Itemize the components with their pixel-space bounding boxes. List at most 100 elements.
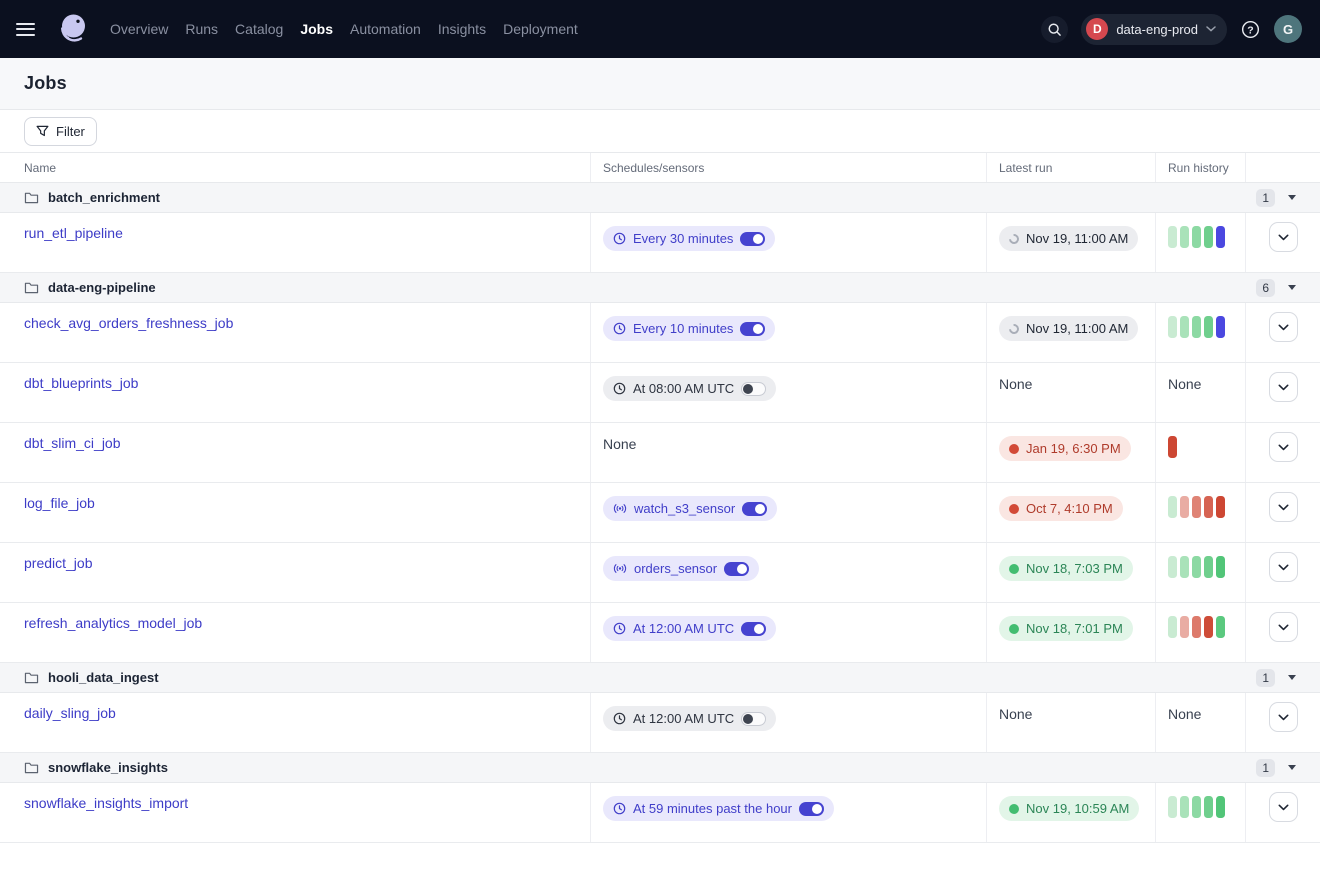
row-expand-button[interactable] (1269, 702, 1298, 732)
schedule-pill[interactable]: Every 10 minutes (603, 316, 775, 341)
run-history-bar[interactable] (1168, 556, 1177, 578)
schedule-pill[interactable]: Every 30 minutes (603, 226, 775, 251)
run-history-bar[interactable] (1168, 316, 1177, 338)
nav-link-runs[interactable]: Runs (185, 21, 218, 37)
run-history-bar[interactable] (1204, 796, 1213, 818)
run-history-bars[interactable] (1168, 616, 1233, 638)
hamburger-menu-icon[interactable] (16, 15, 44, 43)
job-name-link[interactable]: predict_job (24, 555, 93, 571)
help-icon[interactable]: ? (1240, 19, 1261, 40)
latest-run-cell: Nov 19, 11:00 AM (986, 213, 1155, 272)
nav-link-catalog[interactable]: Catalog (235, 21, 283, 37)
job-name-link[interactable]: refresh_analytics_model_job (24, 615, 202, 631)
clock-icon (613, 322, 626, 335)
row-expand-button[interactable] (1269, 612, 1298, 642)
run-history-bar[interactable] (1204, 316, 1213, 338)
nav-link-automation[interactable]: Automation (350, 21, 421, 37)
run-history-bars[interactable] (1168, 316, 1233, 338)
row-expand-button[interactable] (1269, 372, 1298, 402)
run-history-bar[interactable] (1168, 496, 1177, 518)
schedule-toggle[interactable] (799, 802, 824, 816)
run-history-bar[interactable] (1180, 316, 1189, 338)
run-history-bars[interactable] (1168, 496, 1233, 518)
run-history-bar[interactable] (1192, 226, 1201, 248)
job-name-link[interactable]: check_avg_orders_freshness_job (24, 315, 233, 331)
run-history-bars[interactable] (1168, 796, 1233, 818)
schedule-toggle[interactable] (740, 322, 765, 336)
run-history-bars[interactable] (1168, 556, 1233, 578)
run-history-bar[interactable] (1216, 556, 1225, 578)
workspace-selector[interactable]: D data-eng-prod (1081, 14, 1227, 45)
latest-run-pill[interactable]: Oct 7, 4:10 PM (999, 496, 1123, 521)
run-history-bar[interactable] (1204, 556, 1213, 578)
nav-link-deployment[interactable]: Deployment (503, 21, 578, 37)
filter-button[interactable]: Filter (24, 117, 97, 146)
run-history-bar[interactable] (1216, 226, 1225, 248)
sensor-toggle[interactable] (742, 502, 767, 516)
row-expand-button[interactable] (1269, 492, 1298, 522)
latest-run-pill[interactable]: Nov 19, 11:00 AM (999, 316, 1138, 341)
run-history-bar[interactable] (1192, 556, 1201, 578)
run-history-bar[interactable] (1168, 796, 1177, 818)
schedule-toggle[interactable] (741, 382, 766, 396)
sensor-pill[interactable]: watch_s3_sensor (603, 496, 777, 521)
run-history-bar[interactable] (1204, 226, 1213, 248)
run-history-bar[interactable] (1204, 616, 1213, 638)
run-history-bar[interactable] (1180, 616, 1189, 638)
group-name: batch_enrichment (48, 190, 160, 205)
run-history-bar[interactable] (1192, 316, 1201, 338)
nav-link-overview[interactable]: Overview (110, 21, 168, 37)
search-icon[interactable] (1041, 16, 1068, 43)
run-history-bar[interactable] (1168, 226, 1177, 248)
row-expand-button[interactable] (1269, 312, 1298, 342)
run-history-bar[interactable] (1216, 316, 1225, 338)
schedule-toggle[interactable] (741, 622, 766, 636)
dagster-logo-icon[interactable] (54, 10, 92, 48)
run-history-bar[interactable] (1192, 616, 1201, 638)
caret-down-icon[interactable] (1288, 675, 1296, 680)
run-history-bar[interactable] (1180, 226, 1189, 248)
latest-run-pill[interactable]: Nov 19, 11:00 AM (999, 226, 1138, 251)
run-history-bar[interactable] (1180, 496, 1189, 518)
nav-link-jobs[interactable]: Jobs (300, 21, 333, 37)
run-history-bar[interactable] (1216, 796, 1225, 818)
latest-run-pill[interactable]: Nov 19, 10:59 AM (999, 796, 1139, 821)
row-expand-button[interactable] (1269, 432, 1298, 462)
run-history-bar[interactable] (1216, 616, 1225, 638)
schedule-toggle[interactable] (740, 232, 765, 246)
row-expand-button[interactable] (1269, 552, 1298, 582)
row-expand-button[interactable] (1269, 792, 1298, 822)
latest-run-pill[interactable]: Nov 18, 7:01 PM (999, 616, 1133, 641)
run-history-bar[interactable] (1192, 496, 1201, 518)
run-history-bar[interactable] (1168, 616, 1177, 638)
job-name-link[interactable]: snowflake_insights_import (24, 795, 188, 811)
run-history-bar[interactable] (1180, 796, 1189, 818)
schedule-toggle[interactable] (741, 712, 766, 726)
job-name-link[interactable]: dbt_slim_ci_job (24, 435, 121, 451)
caret-down-icon[interactable] (1288, 765, 1296, 770)
latest-run-pill[interactable]: Jan 19, 6:30 PM (999, 436, 1131, 461)
job-name-link[interactable]: daily_sling_job (24, 705, 116, 721)
job-name-link[interactable]: dbt_blueprints_job (24, 375, 138, 391)
sensor-pill[interactable]: orders_sensor (603, 556, 759, 581)
run-history-bar[interactable] (1216, 496, 1225, 518)
sensor-toggle[interactable] (724, 562, 749, 576)
row-expand-button[interactable] (1269, 222, 1298, 252)
latest-run-pill[interactable]: Nov 18, 7:03 PM (999, 556, 1133, 581)
run-history-bar[interactable] (1192, 796, 1201, 818)
job-name-link[interactable]: run_etl_pipeline (24, 225, 123, 241)
run-history-bar[interactable] (1204, 496, 1213, 518)
caret-down-icon[interactable] (1288, 195, 1296, 200)
run-history-bar[interactable] (1180, 556, 1189, 578)
schedule-pill[interactable]: At 08:00 AM UTC (603, 376, 776, 401)
caret-down-icon[interactable] (1288, 285, 1296, 290)
run-history-bar[interactable] (1168, 436, 1177, 458)
run-history-bars[interactable] (1168, 436, 1233, 458)
job-name-link[interactable]: log_file_job (24, 495, 95, 511)
nav-link-insights[interactable]: Insights (438, 21, 486, 37)
schedule-pill[interactable]: At 12:00 AM UTC (603, 616, 776, 641)
schedule-pill[interactable]: At 12:00 AM UTC (603, 706, 776, 731)
run-history-bars[interactable] (1168, 226, 1233, 248)
schedule-pill[interactable]: At 59 minutes past the hour (603, 796, 834, 821)
user-avatar[interactable]: G (1274, 15, 1302, 43)
